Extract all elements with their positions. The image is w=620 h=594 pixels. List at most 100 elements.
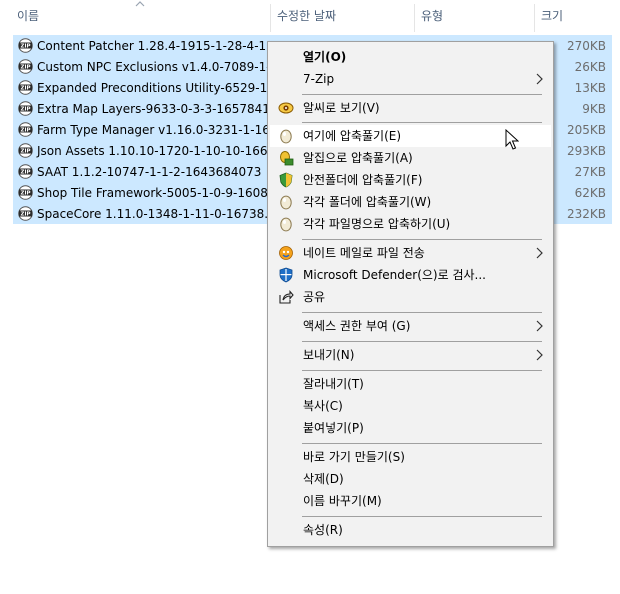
menu-item-label: 알씨로 보기(V) — [303, 101, 380, 115]
menu-item-cut[interactable]: 잘라내기(T) — [270, 373, 551, 395]
svg-text:ZIP: ZIP — [20, 149, 30, 155]
svg-text:ZIP: ZIP — [20, 191, 30, 197]
menu-item-paste[interactable]: 붙여넣기(P) — [270, 417, 551, 439]
menu-item-properties[interactable]: 속성(R) — [270, 519, 551, 541]
menu-item-share[interactable]: 공유 — [270, 286, 551, 308]
zip-file-icon: ZIP — [18, 59, 33, 74]
menu-item-extract-safe-folder[interactable]: 안전폴더에 압축풀기(F) — [270, 169, 551, 191]
file-size: 205KB — [566, 123, 606, 137]
column-date-modified[interactable]: 수정한 날짜 — [272, 0, 336, 33]
svg-text:ZIP: ZIP — [20, 65, 30, 71]
menu-item-label: 안전폴더에 압축풀기(F) — [303, 173, 423, 187]
menu-item-delete[interactable]: 삭제(D) — [270, 468, 551, 490]
nate-mail-icon — [279, 246, 293, 260]
column-name[interactable]: 이름 — [12, 0, 39, 33]
zip-file-icon: ZIP — [18, 164, 33, 179]
menu-item-label: 붙여넣기(P) — [303, 421, 364, 435]
alzip-egg-icon — [280, 129, 292, 144]
zip-file-icon: ZIP — [18, 143, 33, 158]
alsee-eye-icon — [278, 102, 294, 114]
menu-item-compress-each[interactable]: 각각 파일명으로 압축하기(U) — [270, 213, 551, 235]
file-name: Custom NPC Exclusions v1.4.0-7089-1-... — [37, 60, 283, 74]
zip-file-icon: ZIP — [18, 38, 33, 53]
svg-text:ZIP: ZIP — [20, 170, 30, 176]
menu-separator — [302, 341, 542, 342]
menu-item-label: 공유 — [303, 290, 326, 304]
svg-text:ZIP: ZIP — [20, 107, 30, 113]
menu-item-label: 열기(O) — [303, 50, 347, 64]
menu-item-defender-scan[interactable]: Microsoft Defender(으)로 검사... — [270, 264, 551, 286]
alzip-egg-icon — [280, 195, 292, 210]
svg-text:ZIP: ZIP — [20, 86, 30, 92]
file-name: SpaceCore 1.11.0-1348-1-11-0-16738... — [37, 207, 276, 221]
menu-item-label: 액세스 권한 부여 (G) — [303, 319, 411, 333]
menu-item-label: 각각 폴더에 압축풀기(W) — [303, 195, 432, 209]
file-name: Farm Type Manager v1.16.0-3231-1-16... — [37, 123, 282, 137]
column-divider[interactable] — [270, 4, 271, 32]
menu-item-label: 7-Zip — [303, 72, 335, 86]
file-size: 293KB — [566, 144, 606, 158]
svg-text:ZIP: ZIP — [20, 128, 30, 134]
menu-item-label: 여기에 압축풀기(E) — [303, 129, 402, 143]
zip-file-icon: ZIP — [18, 80, 33, 95]
menu-item-extract-each-folder[interactable]: 각각 폴더에 압축풀기(W) — [270, 191, 551, 213]
safe-folder-shield-icon — [279, 172, 293, 188]
menu-item-alsee-view[interactable]: 알씨로 보기(V) — [270, 97, 551, 119]
menu-item-send-to[interactable]: 보내기(N) — [270, 344, 551, 366]
svg-text:ZIP: ZIP — [20, 212, 30, 218]
file-size: 27KB — [574, 165, 606, 179]
menu-item-nate-mail[interactable]: 네이트 메일로 파일 전송 — [270, 242, 551, 264]
menu-item-label: 이름 바꾸기(M) — [303, 494, 382, 508]
menu-item-label: 삭제(D) — [303, 472, 344, 486]
menu-item-grant-access[interactable]: 액세스 권한 부여 (G) — [270, 315, 551, 337]
file-size: 13KB — [574, 81, 606, 95]
alzip-folder-icon — [280, 151, 294, 166]
file-name: Json Assets 1.10.10-1720-1-10-10-166... — [37, 144, 279, 158]
menu-separator — [302, 516, 542, 517]
file-name: Extra Map Layers-9633-0-3-3-1657841... — [37, 102, 282, 116]
menu-item-7zip[interactable]: 7-Zip — [270, 68, 551, 90]
menu-item-label: 복사(C) — [303, 399, 343, 413]
menu-item-label: 각각 파일명으로 압축하기(U) — [303, 217, 451, 231]
menu-item-label: 속성(R) — [303, 523, 343, 537]
menu-item-open[interactable]: 열기(O) — [270, 46, 551, 68]
menu-item-label: 네이트 메일로 파일 전송 — [303, 246, 425, 260]
submenu-arrow-icon — [536, 349, 543, 361]
column-divider[interactable] — [414, 4, 415, 32]
zip-file-icon: ZIP — [18, 122, 33, 137]
zip-file-icon: ZIP — [18, 101, 33, 116]
file-size: 9KB — [582, 102, 606, 116]
menu-item-copy[interactable]: 복사(C) — [270, 395, 551, 417]
column-size[interactable]: 크기 — [536, 0, 563, 33]
file-name: Shop Tile Framework-5005-1-0-9-1608... — [37, 186, 280, 200]
submenu-arrow-icon — [536, 73, 543, 85]
menu-separator — [302, 122, 542, 123]
menu-separator — [302, 239, 542, 240]
sort-ascending-icon — [135, 1, 145, 7]
share-icon — [279, 290, 294, 304]
svg-text:ZIP: ZIP — [20, 44, 30, 50]
file-name: Expanded Preconditions Utility-6529-1-..… — [37, 81, 284, 95]
file-size: 270KB — [566, 39, 606, 53]
menu-item-label: 보내기(N) — [303, 348, 355, 362]
menu-separator — [302, 443, 542, 444]
context-menu: 열기(O) 7-Zip 알씨로 보기(V) 여기에 압축풀기(E) 알집으로 압… — [267, 41, 554, 547]
menu-item-label: 알집으로 압축풀기(A) — [303, 151, 413, 165]
file-name: SAAT 1.1.2-10747-1-1-2-1643684073 — [37, 165, 262, 179]
column-type[interactable]: 유형 — [416, 0, 443, 33]
menu-separator — [302, 370, 542, 371]
file-size: 62KB — [574, 186, 606, 200]
file-size: 26KB — [574, 60, 606, 74]
menu-item-create-shortcut[interactable]: 바로 가기 만들기(S) — [270, 446, 551, 468]
menu-item-label: 바로 가기 만들기(S) — [303, 450, 405, 464]
zip-file-icon: ZIP — [18, 185, 33, 200]
submenu-arrow-icon — [536, 247, 543, 259]
defender-shield-icon — [279, 267, 293, 283]
column-divider[interactable] — [534, 4, 535, 32]
column-header: 이름 수정한 날짜 유형 크기 — [0, 0, 620, 33]
zip-file-icon: ZIP — [18, 206, 33, 221]
menu-item-label: Microsoft Defender(으)로 검사... — [303, 268, 486, 282]
menu-separator — [302, 312, 542, 313]
menu-item-rename[interactable]: 이름 바꾸기(M) — [270, 490, 551, 512]
menu-item-label: 잘라내기(T) — [303, 377, 364, 391]
